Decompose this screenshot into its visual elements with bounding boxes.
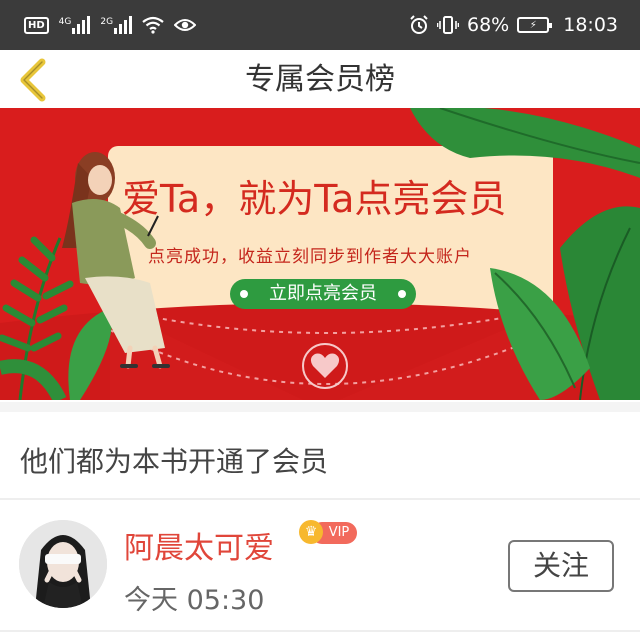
status-bar-left: HD 4G 2G: [24, 0, 197, 50]
member-name: 阿晨太可爱: [124, 531, 274, 566]
network-type-label-2: 2G: [100, 17, 114, 27]
avatar-photo: [19, 520, 107, 608]
vip-badge: VIP ♛: [299, 520, 357, 544]
clock: 18:03: [563, 14, 618, 36]
divider: [0, 630, 640, 632]
follow-button[interactable]: 关注: [508, 540, 614, 592]
avatar[interactable]: [19, 520, 107, 608]
signal-bars-icon: [72, 16, 91, 34]
wifi-icon: [142, 16, 164, 34]
eye-icon: [174, 19, 197, 31]
banner-subtext: 点亮成功，收益立刻同步到作者大大账户: [148, 247, 472, 267]
status-bar: HD 4G 2G 68% ⚡ 18:03: [0, 0, 640, 50]
light-up-member-button[interactable]: 立即点亮会员: [230, 279, 416, 309]
title-bar: 专属会员榜: [0, 50, 640, 110]
signal-bars-icon-2: [114, 16, 133, 34]
page-title: 专属会员榜: [245, 62, 395, 97]
divider: [0, 498, 640, 500]
member-time: 今天 05:30: [124, 585, 265, 616]
vibrate-icon: [437, 16, 459, 34]
promo-banner[interactable]: 爱Ta，就为Ta点亮会员 点亮成功，收益立刻同步到作者大大账户 立即点亮会员: [0, 108, 640, 400]
section-heading: 他们都为本书开通了会员: [20, 445, 329, 478]
alarm-icon: [410, 15, 428, 34]
signal-2g: 2G: [100, 16, 133, 34]
battery-icon: ⚡: [517, 17, 553, 33]
hd-icon: HD: [24, 16, 49, 34]
crown-icon: ♛: [299, 520, 323, 544]
status-bar-right: 68% ⚡ 18:03: [409, 0, 618, 50]
network-type-label: 4G: [58, 17, 72, 27]
signal-4g: 4G: [59, 16, 91, 34]
battery-percent: 68%: [467, 14, 510, 36]
banner-headline: 爱Ta，就为Ta点亮会员: [122, 177, 507, 221]
back-button[interactable]: [14, 58, 54, 102]
divider: [0, 402, 640, 412]
chevron-left-icon: [20, 58, 46, 102]
